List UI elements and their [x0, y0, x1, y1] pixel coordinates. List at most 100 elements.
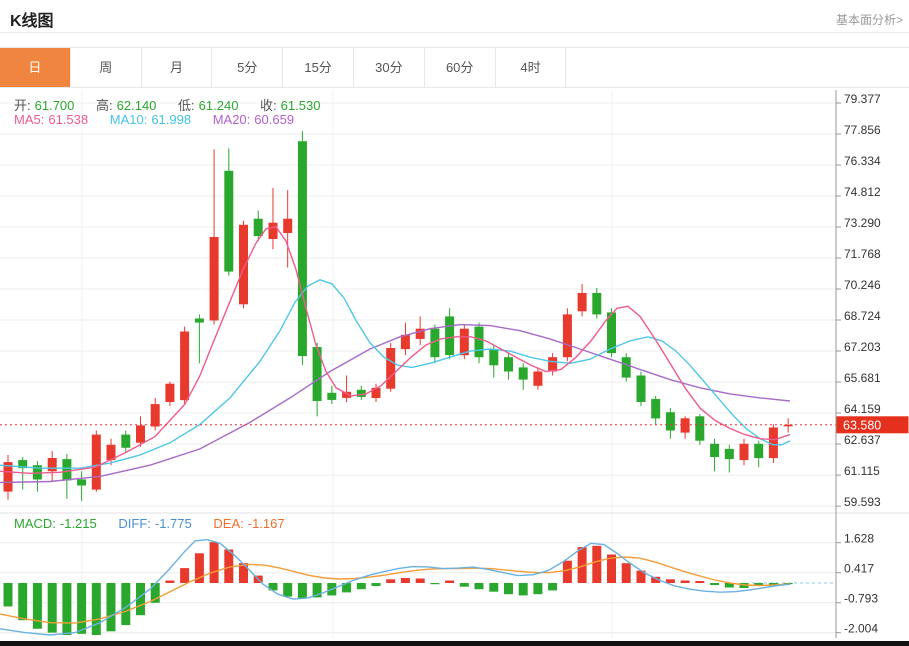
last-price-badge: 63.580 — [837, 416, 909, 433]
candle — [666, 412, 675, 430]
axis-tick-label: 1.628 — [844, 532, 874, 546]
macd-bar — [519, 583, 528, 595]
macd-bar — [681, 581, 690, 584]
macd-bar — [416, 579, 425, 584]
candle — [136, 425, 145, 442]
candle — [283, 219, 292, 233]
axis-tick-label: 73.290 — [844, 216, 881, 230]
candle — [754, 444, 763, 458]
candles — [4, 131, 793, 501]
macd-bar — [710, 583, 719, 585]
candle — [710, 444, 719, 457]
candle — [210, 237, 219, 321]
kline-chart[interactable]: 63.58079.37777.85676.33474.81273.29071.7… — [0, 88, 909, 646]
candle — [681, 418, 690, 432]
candle — [195, 319, 204, 323]
axis-tick-label: 67.203 — [844, 340, 881, 354]
macd-bar — [18, 583, 27, 620]
axis-tick-label: 64.159 — [844, 402, 881, 416]
candle — [357, 390, 366, 397]
macd-bar — [298, 583, 307, 598]
macd-bar — [622, 563, 631, 583]
macd-bar — [504, 583, 513, 594]
candle — [651, 399, 660, 418]
tab-month[interactable]: 月 — [142, 48, 213, 87]
tab-15min[interactable]: 15分 — [283, 48, 354, 87]
candle — [622, 357, 631, 377]
axis-tick-label: 65.681 — [844, 371, 881, 385]
kline-chart-svg[interactable]: 63.58079.37777.85676.33474.81273.29071.7… — [0, 88, 909, 646]
tab-30min[interactable]: 30分 — [354, 48, 425, 87]
candle — [445, 316, 454, 355]
macd-bar — [357, 583, 366, 589]
tab-5min[interactable]: 5分 — [212, 48, 283, 87]
candle — [563, 314, 572, 357]
macd-bar — [386, 579, 395, 583]
tab-day[interactable]: 日 — [0, 48, 71, 87]
page-title: K线图 — [10, 7, 54, 31]
candle — [298, 141, 307, 356]
macd-bar — [430, 583, 439, 584]
candle — [401, 335, 410, 349]
candle — [740, 444, 749, 460]
candle — [224, 171, 233, 272]
tab-60min[interactable]: 60分 — [425, 48, 496, 87]
axis-tick-label: -0.793 — [844, 592, 878, 606]
candle — [637, 376, 646, 403]
axis-tick-label: 61.115 — [844, 464, 880, 478]
candle — [504, 357, 513, 371]
macd-pane — [0, 540, 836, 635]
main-pane: 63.580 — [0, 131, 909, 501]
candle — [578, 293, 587, 311]
dea-line — [0, 557, 790, 623]
candle — [77, 479, 86, 485]
candle — [489, 349, 498, 365]
macd-bar — [695, 581, 704, 583]
candle — [121, 435, 130, 448]
axis-tick-label: 76.334 — [844, 154, 881, 168]
axis-tick-label: 79.377 — [844, 92, 881, 106]
candle — [475, 327, 484, 358]
axis-tick-label: 0.417 — [844, 562, 874, 576]
axis-tick-label: 68.724 — [844, 309, 881, 323]
macd-bar — [563, 561, 572, 583]
diff-line — [0, 540, 790, 635]
macd-bar — [107, 583, 116, 631]
macd-bar — [165, 581, 174, 584]
candle — [180, 332, 189, 401]
header-divider — [0, 32, 909, 33]
fundamental-analysis-link[interactable]: 基本面分析> — [836, 11, 903, 28]
macd-bar — [77, 583, 86, 634]
candle — [592, 293, 601, 314]
candle — [269, 223, 278, 239]
macd-bar — [210, 542, 219, 583]
macd-bar — [92, 583, 101, 635]
candle — [695, 416, 704, 440]
axis-tick-label: -2.004 — [844, 622, 878, 636]
candle — [92, 435, 101, 490]
tab-4hour[interactable]: 4时 — [496, 48, 567, 87]
axis-tick-label: 59.593 — [844, 495, 881, 509]
bottom-border-bar — [0, 641, 909, 646]
candle — [533, 372, 542, 386]
y-axis: 79.37777.85676.33474.81273.29071.76870.2… — [836, 90, 881, 638]
candle — [548, 357, 557, 371]
last-price-value: 63.580 — [843, 418, 881, 432]
interval-tabbar: 日 周 月 5分 15分 30分 60分 4时 — [0, 47, 909, 88]
candle — [327, 393, 336, 400]
macd-bar — [475, 583, 484, 589]
axis-tick-label: 62.637 — [844, 433, 881, 447]
macd-bar — [489, 583, 498, 592]
axis-tick-label: 70.246 — [844, 278, 881, 292]
macd-bar — [533, 583, 542, 594]
macd-histogram — [4, 542, 793, 635]
axis-tick-label: 77.856 — [844, 123, 881, 137]
tab-week[interactable]: 周 — [71, 48, 142, 87]
macd-bar — [445, 581, 454, 584]
candle — [386, 348, 395, 389]
macd-bar — [4, 583, 13, 607]
candle — [165, 384, 174, 402]
macd-bar — [283, 583, 292, 597]
macd-bar — [180, 568, 189, 583]
candle — [254, 219, 263, 236]
